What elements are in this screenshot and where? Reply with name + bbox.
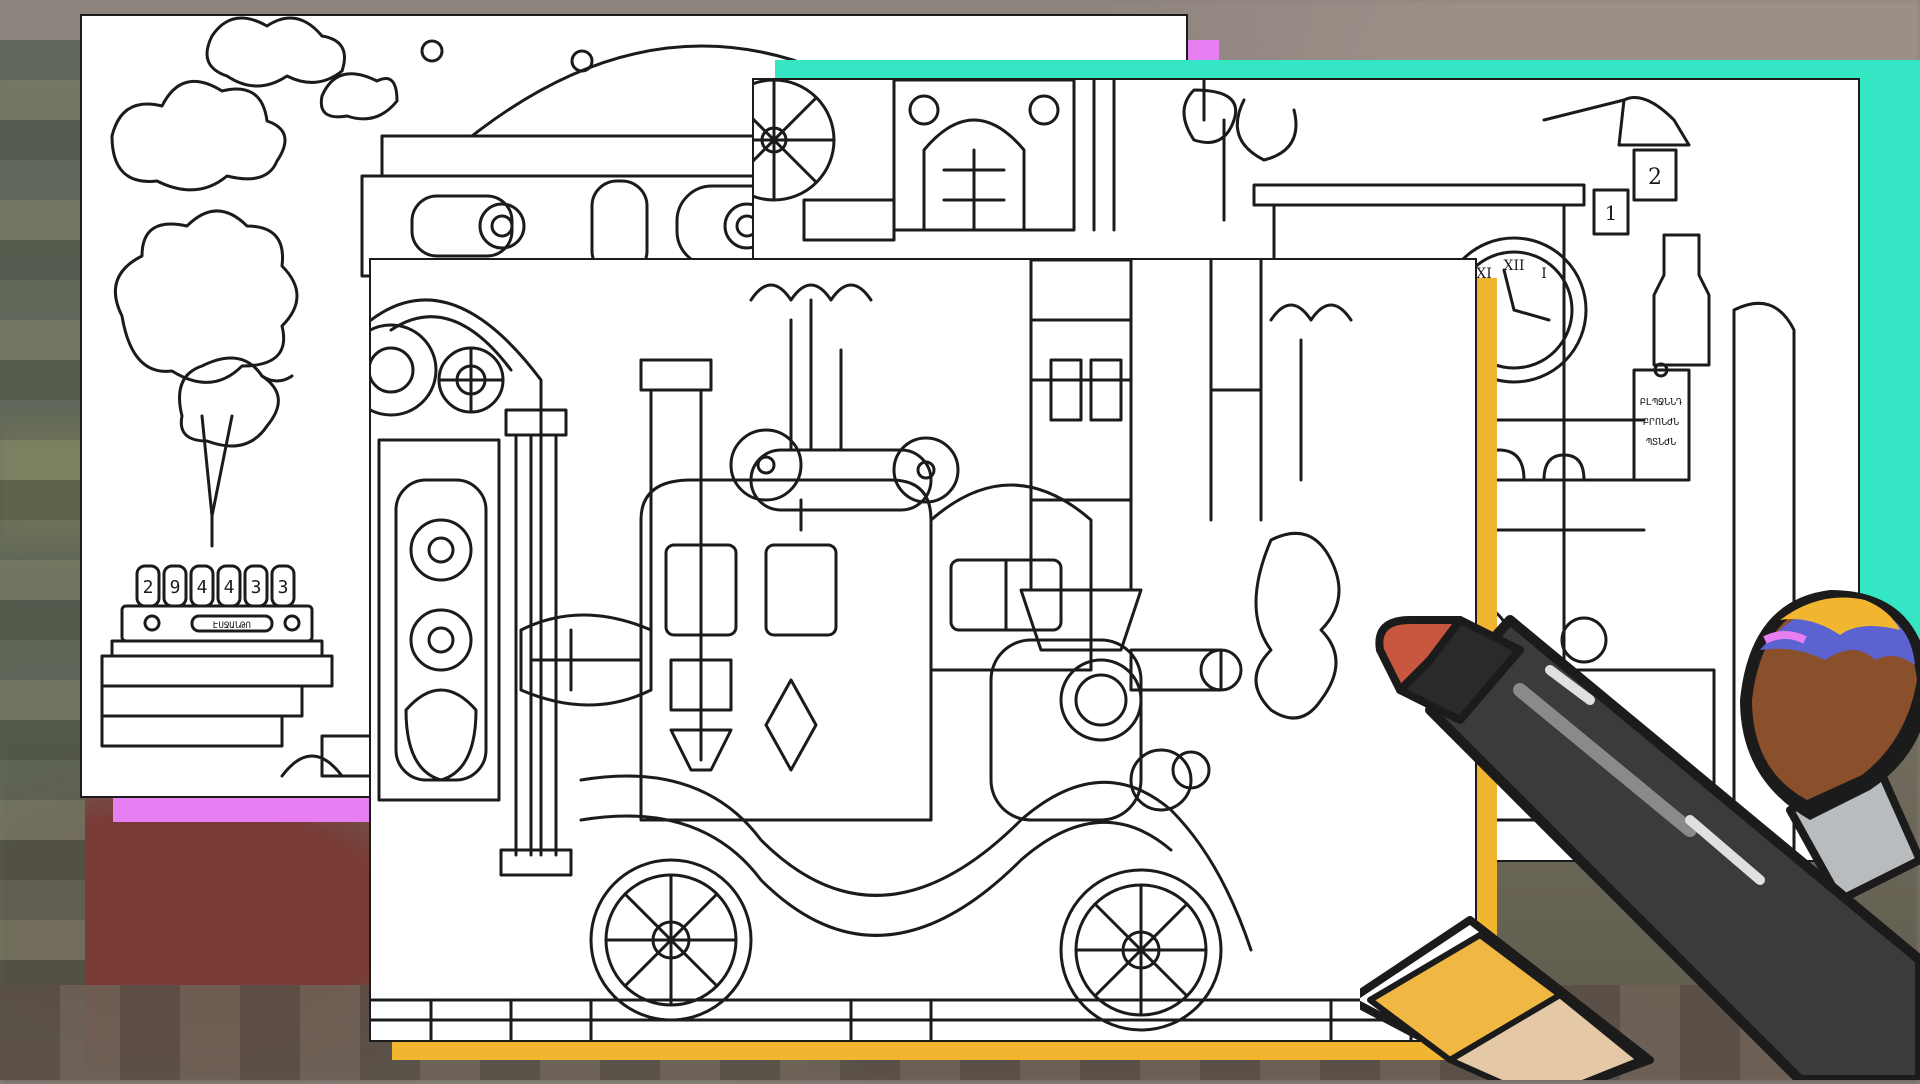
clock-numeral: XII xyxy=(1503,258,1524,274)
nixie-digit: 3 xyxy=(251,577,262,598)
nixie-digit: 4 xyxy=(197,577,208,598)
nixie-plaque: ԷՍՋԱՆԹՈ xyxy=(213,621,251,631)
blurred-building xyxy=(0,40,85,1080)
sign-line: ԲԼՊՋՆՆԴ xyxy=(1640,397,1682,408)
sign-line: ԲՐՈՆԺՆ xyxy=(1643,417,1679,428)
pencil-icon xyxy=(1346,916,1654,1084)
tag-2-label: 2 xyxy=(1648,165,1662,190)
coloring-page-steam-carriage[interactable] xyxy=(369,258,1477,1042)
nixie-digit: 9 xyxy=(170,577,181,598)
sign-line: ՊՏՆԺՆ xyxy=(1646,437,1676,448)
steam-carriage-line-art xyxy=(371,260,1475,1040)
nixie-digit: 3 xyxy=(278,577,289,598)
clock-numeral: I xyxy=(1541,266,1547,282)
nixie-digit: 4 xyxy=(224,577,235,598)
nixie-digit: 2 xyxy=(143,577,154,598)
art-tools-overlay xyxy=(1346,540,1920,1084)
tag-1-label: 1 xyxy=(1605,201,1618,225)
